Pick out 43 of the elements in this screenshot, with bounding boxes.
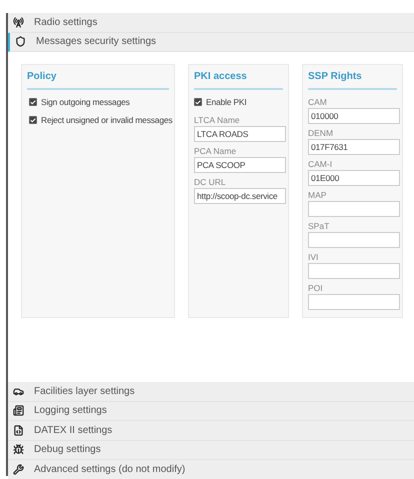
bug-icon bbox=[13, 444, 24, 456]
accordion-header[interactable]: Messages security settings bbox=[8, 32, 414, 52]
field-label: LTCA Name bbox=[194, 114, 241, 126]
field-label: CAM bbox=[308, 96, 328, 108]
input-field[interactable]: 01E000 bbox=[308, 170, 400, 186]
field-label: CAM-I bbox=[308, 158, 334, 170]
checkbox-label: Sign outgoing messages bbox=[41, 96, 130, 109]
accordion-header[interactable]: Facilities layer settings bbox=[8, 382, 414, 402]
input-field[interactable] bbox=[308, 201, 400, 217]
input-field[interactable] bbox=[308, 263, 400, 279]
checkbox[interactable] bbox=[29, 98, 37, 106]
panel-title: SSP Rights bbox=[308, 65, 397, 90]
accordion-header[interactable]: Radio settings bbox=[8, 13, 414, 32]
input-field[interactable]: LTCA ROADS bbox=[194, 126, 286, 142]
checkbox-label: Reject unsigned or invalid messages bbox=[41, 114, 172, 126]
accordion-header[interactable]: Advanced settings (do not modify) bbox=[8, 460, 414, 479]
panel-title: Policy bbox=[27, 65, 169, 90]
checkbox[interactable] bbox=[29, 116, 37, 124]
accordion-header[interactable]: DATEX II settings bbox=[8, 421, 414, 440]
checkbox-label: Enable PKI bbox=[206, 96, 247, 109]
field-label: POI bbox=[308, 282, 324, 294]
checkbox[interactable] bbox=[194, 98, 202, 106]
input-field[interactable]: http://scoop-dc.service bbox=[194, 188, 286, 204]
radio-tower-icon bbox=[13, 16, 24, 28]
code-file-icon bbox=[13, 424, 24, 436]
field-label: IVI bbox=[308, 251, 320, 263]
input-field[interactable] bbox=[308, 294, 400, 310]
car-icon bbox=[13, 386, 24, 397]
field-label: DENM bbox=[308, 127, 334, 139]
shield-icon bbox=[15, 36, 26, 48]
input-field[interactable] bbox=[308, 232, 400, 248]
accordion-header[interactable]: Logging settings bbox=[8, 402, 414, 421]
panel-title: PKI access bbox=[194, 65, 283, 90]
newspaper-icon bbox=[13, 405, 24, 416]
field-label: MAP bbox=[308, 189, 328, 201]
input-field[interactable]: 017F7631 bbox=[308, 139, 400, 155]
field-label: DC URL bbox=[194, 176, 227, 188]
accordion-header[interactable]: Debug settings bbox=[8, 440, 414, 460]
wrench-icon bbox=[13, 464, 24, 475]
input-field[interactable]: PCA SCOOP bbox=[194, 156, 286, 173]
input-field[interactable]: 010000 bbox=[308, 108, 400, 124]
field-label: PCA Name bbox=[194, 144, 238, 157]
field-label: SPaT bbox=[308, 220, 330, 232]
